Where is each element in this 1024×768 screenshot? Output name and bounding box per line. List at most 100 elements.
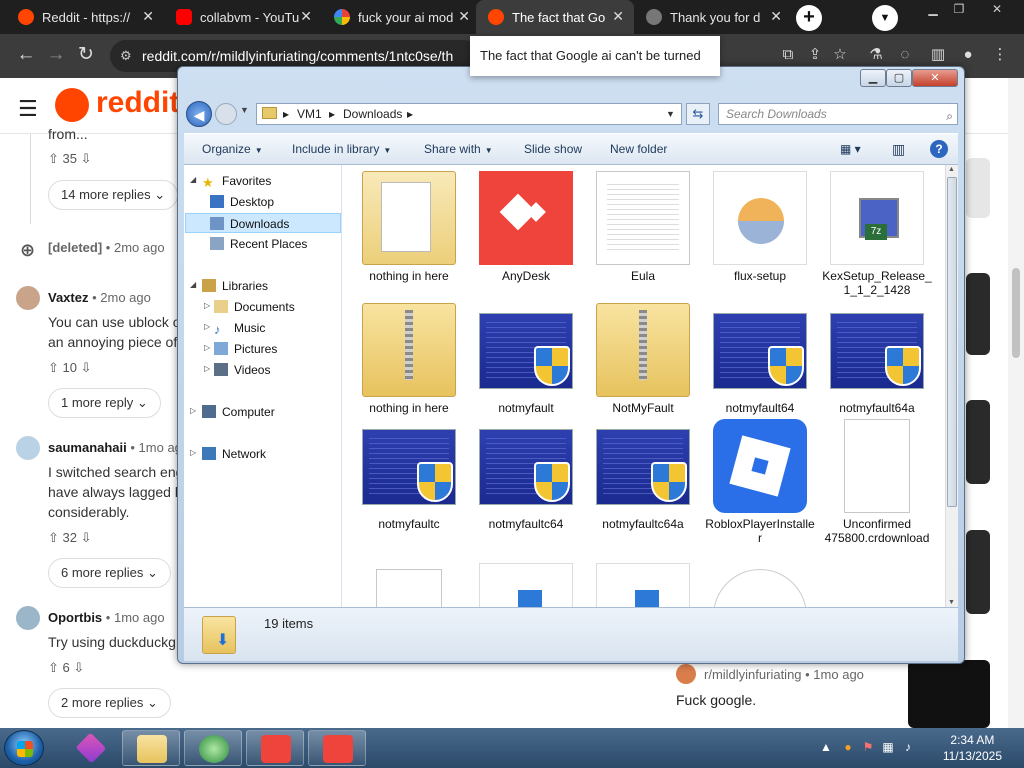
recent-pages-dropdown-icon[interactable]: ▼ bbox=[240, 105, 249, 115]
nav-music[interactable]: ♪ Music bbox=[214, 318, 265, 338]
preview-pane-icon[interactable]: ▥ bbox=[892, 134, 905, 164]
taskbar-anydesk-button[interactable] bbox=[308, 730, 366, 766]
more-replies-button[interactable]: 2 more replies ⌄ bbox=[48, 688, 171, 718]
tab-search-chevron-icon[interactable]: ▼ bbox=[872, 5, 898, 31]
reddit-logo-text[interactable]: reddit bbox=[96, 86, 179, 120]
breadcrumb-separator[interactable]: ▸ bbox=[283, 104, 289, 124]
network-icon[interactable]: ▦ bbox=[880, 740, 896, 756]
install-app-icon[interactable]: ⧉ bbox=[778, 45, 798, 65]
slide-show-button[interactable]: Slide show bbox=[524, 134, 582, 164]
close-icon[interactable]: ✕ bbox=[300, 8, 312, 25]
comment-author[interactable]: Vaxtez • 2mo ago bbox=[48, 290, 151, 305]
comment-author[interactable]: saumanahaii • 1mo ago bbox=[48, 440, 189, 455]
share-with-button[interactable]: Share with ▼ bbox=[424, 134, 493, 164]
extension-flask-icon[interactable]: ⚗ bbox=[866, 45, 886, 65]
sidebar-thumbnail[interactable] bbox=[966, 273, 990, 355]
breadcrumb-downloads[interactable]: Downloads bbox=[343, 104, 402, 124]
side-panel-icon[interactable]: ▥ bbox=[928, 45, 948, 65]
minimize-icon[interactable]: ▁ bbox=[920, 0, 946, 20]
nav-favorites[interactable]: ★ Favorites bbox=[202, 171, 271, 191]
organize-button[interactable]: Organize ▼ bbox=[202, 134, 263, 164]
tab-reddit[interactable]: Reddit - https:// ✕ bbox=[6, 0, 164, 34]
reddit-logo-icon[interactable] bbox=[55, 88, 89, 122]
collapse-triangle-icon[interactable]: ◢ bbox=[190, 175, 196, 184]
nav-network[interactable]: Network bbox=[202, 444, 266, 464]
back-arrow-icon[interactable]: ◀ bbox=[186, 101, 212, 127]
profile-avatar-icon[interactable]: ● bbox=[958, 45, 978, 65]
vote-bar[interactable]: ⇧ 10 ⇩ bbox=[48, 360, 92, 376]
nav-libraries[interactable]: Libraries bbox=[202, 276, 268, 296]
taskbar-anydesk-button[interactable] bbox=[246, 730, 304, 766]
nav-downloads[interactable]: Downloads bbox=[185, 213, 341, 233]
clock[interactable]: 2:34 AM 11/13/2025 bbox=[943, 732, 1002, 764]
avatar[interactable] bbox=[16, 436, 40, 460]
scrollbar-thumb[interactable] bbox=[947, 177, 957, 507]
maximize-icon[interactable]: ▢ bbox=[886, 69, 912, 87]
back-arrow-icon[interactable]: ← bbox=[14, 43, 38, 67]
tab-google[interactable]: fuck your ai mod ✕ bbox=[322, 0, 480, 34]
action-center-flag-icon[interactable]: ⚑ bbox=[860, 740, 876, 756]
share-icon[interactable]: ⇪ bbox=[805, 45, 825, 65]
forward-arrow-icon[interactable]: → bbox=[44, 43, 68, 67]
nav-computer[interactable]: Computer bbox=[202, 402, 275, 422]
taskbar-explorer-button[interactable] bbox=[122, 730, 180, 766]
close-icon[interactable]: ✕ bbox=[912, 69, 958, 87]
help-icon[interactable]: ? bbox=[930, 140, 948, 158]
nav-videos[interactable]: Videos bbox=[214, 360, 270, 380]
vote-bar[interactable]: ⇧ 35 ⇩ bbox=[48, 151, 92, 167]
close-icon[interactable]: ✕ bbox=[770, 8, 782, 25]
scrollbar-thumb[interactable] bbox=[1012, 268, 1020, 358]
more-replies-button[interactable]: 6 more replies ⌄ bbox=[48, 558, 171, 588]
comment-author[interactable]: Oportbis • 1mo ago bbox=[48, 610, 165, 625]
hamburger-menu-icon[interactable]: ☰ bbox=[18, 96, 38, 122]
expand-triangle-icon[interactable]: ▷ bbox=[204, 364, 210, 373]
site-info-icon[interactable]: ⚙ bbox=[120, 40, 132, 72]
nav-documents[interactable]: Documents bbox=[214, 297, 295, 317]
nav-desktop[interactable]: Desktop bbox=[210, 192, 274, 212]
scroll-down-icon[interactable]: ▼ bbox=[948, 599, 955, 606]
collapse-triangle-icon[interactable]: ◢ bbox=[190, 280, 196, 289]
avatar[interactable] bbox=[16, 286, 40, 310]
expand-triangle-icon[interactable]: ▷ bbox=[204, 322, 210, 331]
tab-thank-you[interactable]: Thank you for d ✕ bbox=[634, 0, 792, 34]
expand-triangle-icon[interactable]: ▷ bbox=[190, 406, 196, 415]
more-replies-button[interactable]: 1 more reply ⌄ bbox=[48, 388, 161, 418]
vote-bar[interactable]: ⇧ 32 ⇩ bbox=[48, 530, 92, 546]
new-folder-button[interactable]: New folder bbox=[610, 134, 667, 164]
sidebar-thumbnail[interactable] bbox=[966, 158, 990, 218]
close-icon[interactable]: ✕ bbox=[458, 8, 470, 25]
expand-triangle-icon[interactable]: ▷ bbox=[190, 448, 196, 457]
close-icon[interactable]: ✕ bbox=[142, 8, 154, 25]
forward-arrow-icon[interactable] bbox=[215, 103, 237, 125]
show-hidden-icons-icon[interactable]: ▲ bbox=[818, 740, 834, 756]
page-scrollbar[interactable] bbox=[1008, 78, 1024, 728]
nav-recent-places[interactable]: Recent Places bbox=[210, 234, 307, 254]
breadcrumb-vm1[interactable]: VM1 bbox=[297, 104, 322, 124]
vote-bar[interactable]: ⇧ 6 ⇩ bbox=[48, 660, 84, 676]
file-list-scrollbar[interactable]: ▲ ▼ bbox=[945, 165, 958, 607]
tab-youtube[interactable]: collabvm - YouTu ✕ bbox=[164, 0, 322, 34]
new-tab-button[interactable]: + bbox=[796, 5, 822, 31]
expand-triangle-icon[interactable]: ▷ bbox=[204, 301, 210, 310]
change-view-icon[interactable]: ▦ ▾ bbox=[840, 134, 861, 164]
taskbar-browser-button[interactable] bbox=[184, 730, 242, 766]
expand-icon[interactable]: ⊕ bbox=[20, 240, 35, 261]
reload-icon[interactable]: ↻ bbox=[74, 43, 98, 67]
taskbar-app-button[interactable] bbox=[62, 730, 120, 766]
breadcrumb-separator[interactable]: ▸ bbox=[329, 104, 335, 124]
subreddit-avatar[interactable] bbox=[676, 664, 696, 684]
include-in-library-button[interactable]: Include in library ▼ bbox=[292, 134, 391, 164]
address-dropdown-icon[interactable]: ▼ bbox=[666, 103, 682, 125]
search-input[interactable]: Search Downloads ⌕ bbox=[718, 103, 958, 125]
sidebar-thumbnail[interactable] bbox=[966, 400, 990, 484]
volume-icon[interactable]: ♪ bbox=[900, 740, 916, 756]
more-replies-button[interactable]: 14 more replies ⌄ bbox=[48, 180, 179, 210]
menu-kebab-icon[interactable]: ⋮ bbox=[990, 45, 1010, 65]
tray-app-icon[interactable]: ● bbox=[840, 740, 856, 756]
search-icon[interactable]: ⌕ bbox=[946, 106, 953, 126]
minimize-icon[interactable]: ▁ bbox=[860, 69, 886, 87]
scroll-up-icon[interactable]: ▲ bbox=[948, 166, 955, 173]
tab-fact-google-active[interactable]: The fact that Go ✕ bbox=[476, 0, 634, 34]
sidebar-thumbnail[interactable] bbox=[908, 660, 990, 728]
close-icon[interactable]: ✕ bbox=[984, 0, 1010, 20]
